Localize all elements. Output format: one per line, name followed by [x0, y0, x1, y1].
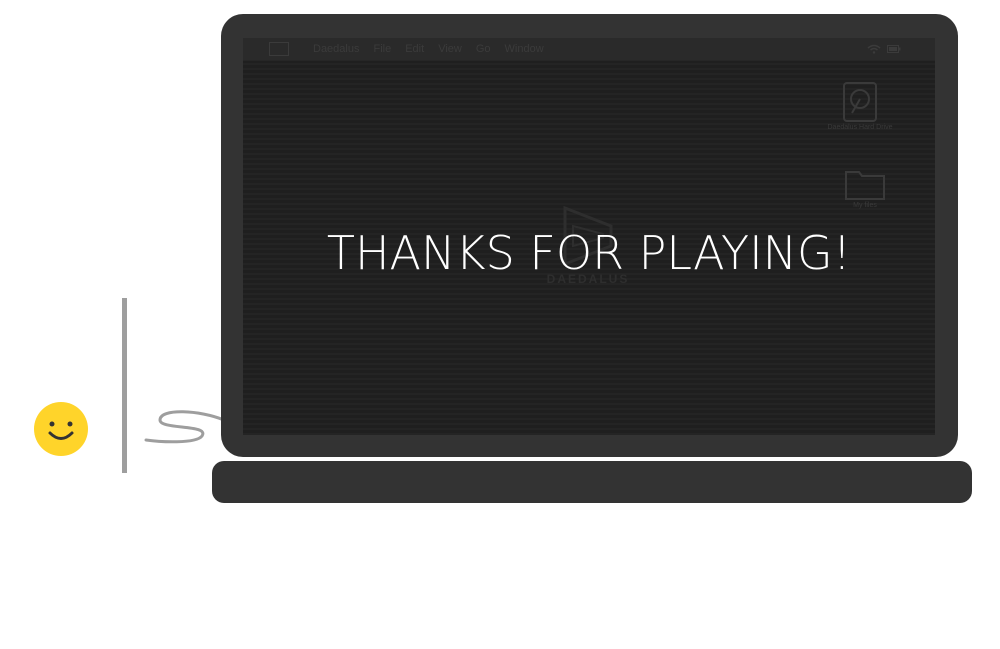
desktop-folder[interactable]: My files: [841, 168, 889, 209]
laptop-lid: Daedalus File Edit View Go Window Daedal…: [221, 14, 958, 457]
menu-item[interactable]: Edit: [405, 43, 424, 55]
desktop-hard-drive[interactable]: Daedalus Hard Drive: [825, 82, 895, 131]
laptop-screen: Daedalus File Edit View Go Window Daedal…: [243, 38, 935, 435]
hard-drive-label: Daedalus Hard Drive: [827, 124, 893, 131]
wifi-icon: [867, 44, 881, 54]
menu-item[interactable]: View: [438, 43, 462, 55]
menu-item[interactable]: Go: [476, 43, 491, 55]
menubar: Daedalus File Edit View Go Window: [243, 38, 935, 61]
menu-item[interactable]: File: [373, 43, 391, 55]
hard-drive-icon: [843, 82, 877, 122]
cable: [144, 410, 224, 444]
folder-label: My files: [853, 202, 877, 209]
door-bar: [122, 298, 127, 473]
folder-icon: [845, 171, 885, 200]
menu-item[interactable]: Window: [505, 43, 544, 55]
battery-icon: [887, 45, 901, 53]
status-area: [867, 44, 901, 54]
apple-logo-icon: [269, 42, 289, 56]
thanks-message: THANKS FOR PLAYING!: [326, 226, 852, 280]
smiley-icon[interactable]: [34, 402, 88, 456]
laptop-base: [212, 461, 972, 503]
menu-item[interactable]: Daedalus: [313, 43, 359, 55]
